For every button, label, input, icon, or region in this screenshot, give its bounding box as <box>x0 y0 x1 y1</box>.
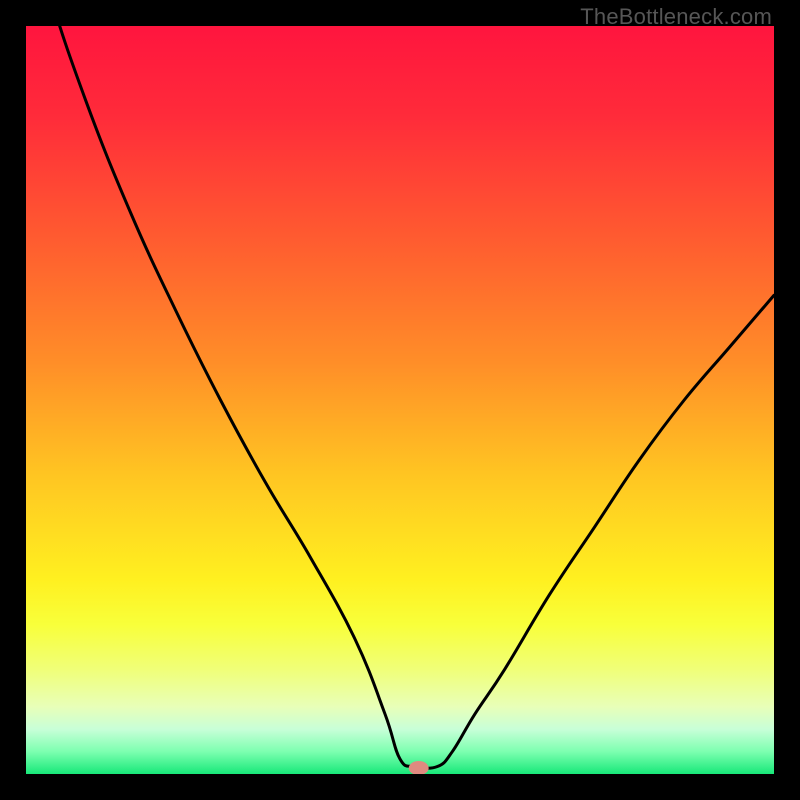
plot-area <box>26 26 774 774</box>
chart-container: TheBottleneck.com <box>0 0 800 800</box>
chart-svg <box>26 26 774 774</box>
gradient-rect <box>26 26 774 774</box>
watermark-text: TheBottleneck.com <box>580 4 772 30</box>
